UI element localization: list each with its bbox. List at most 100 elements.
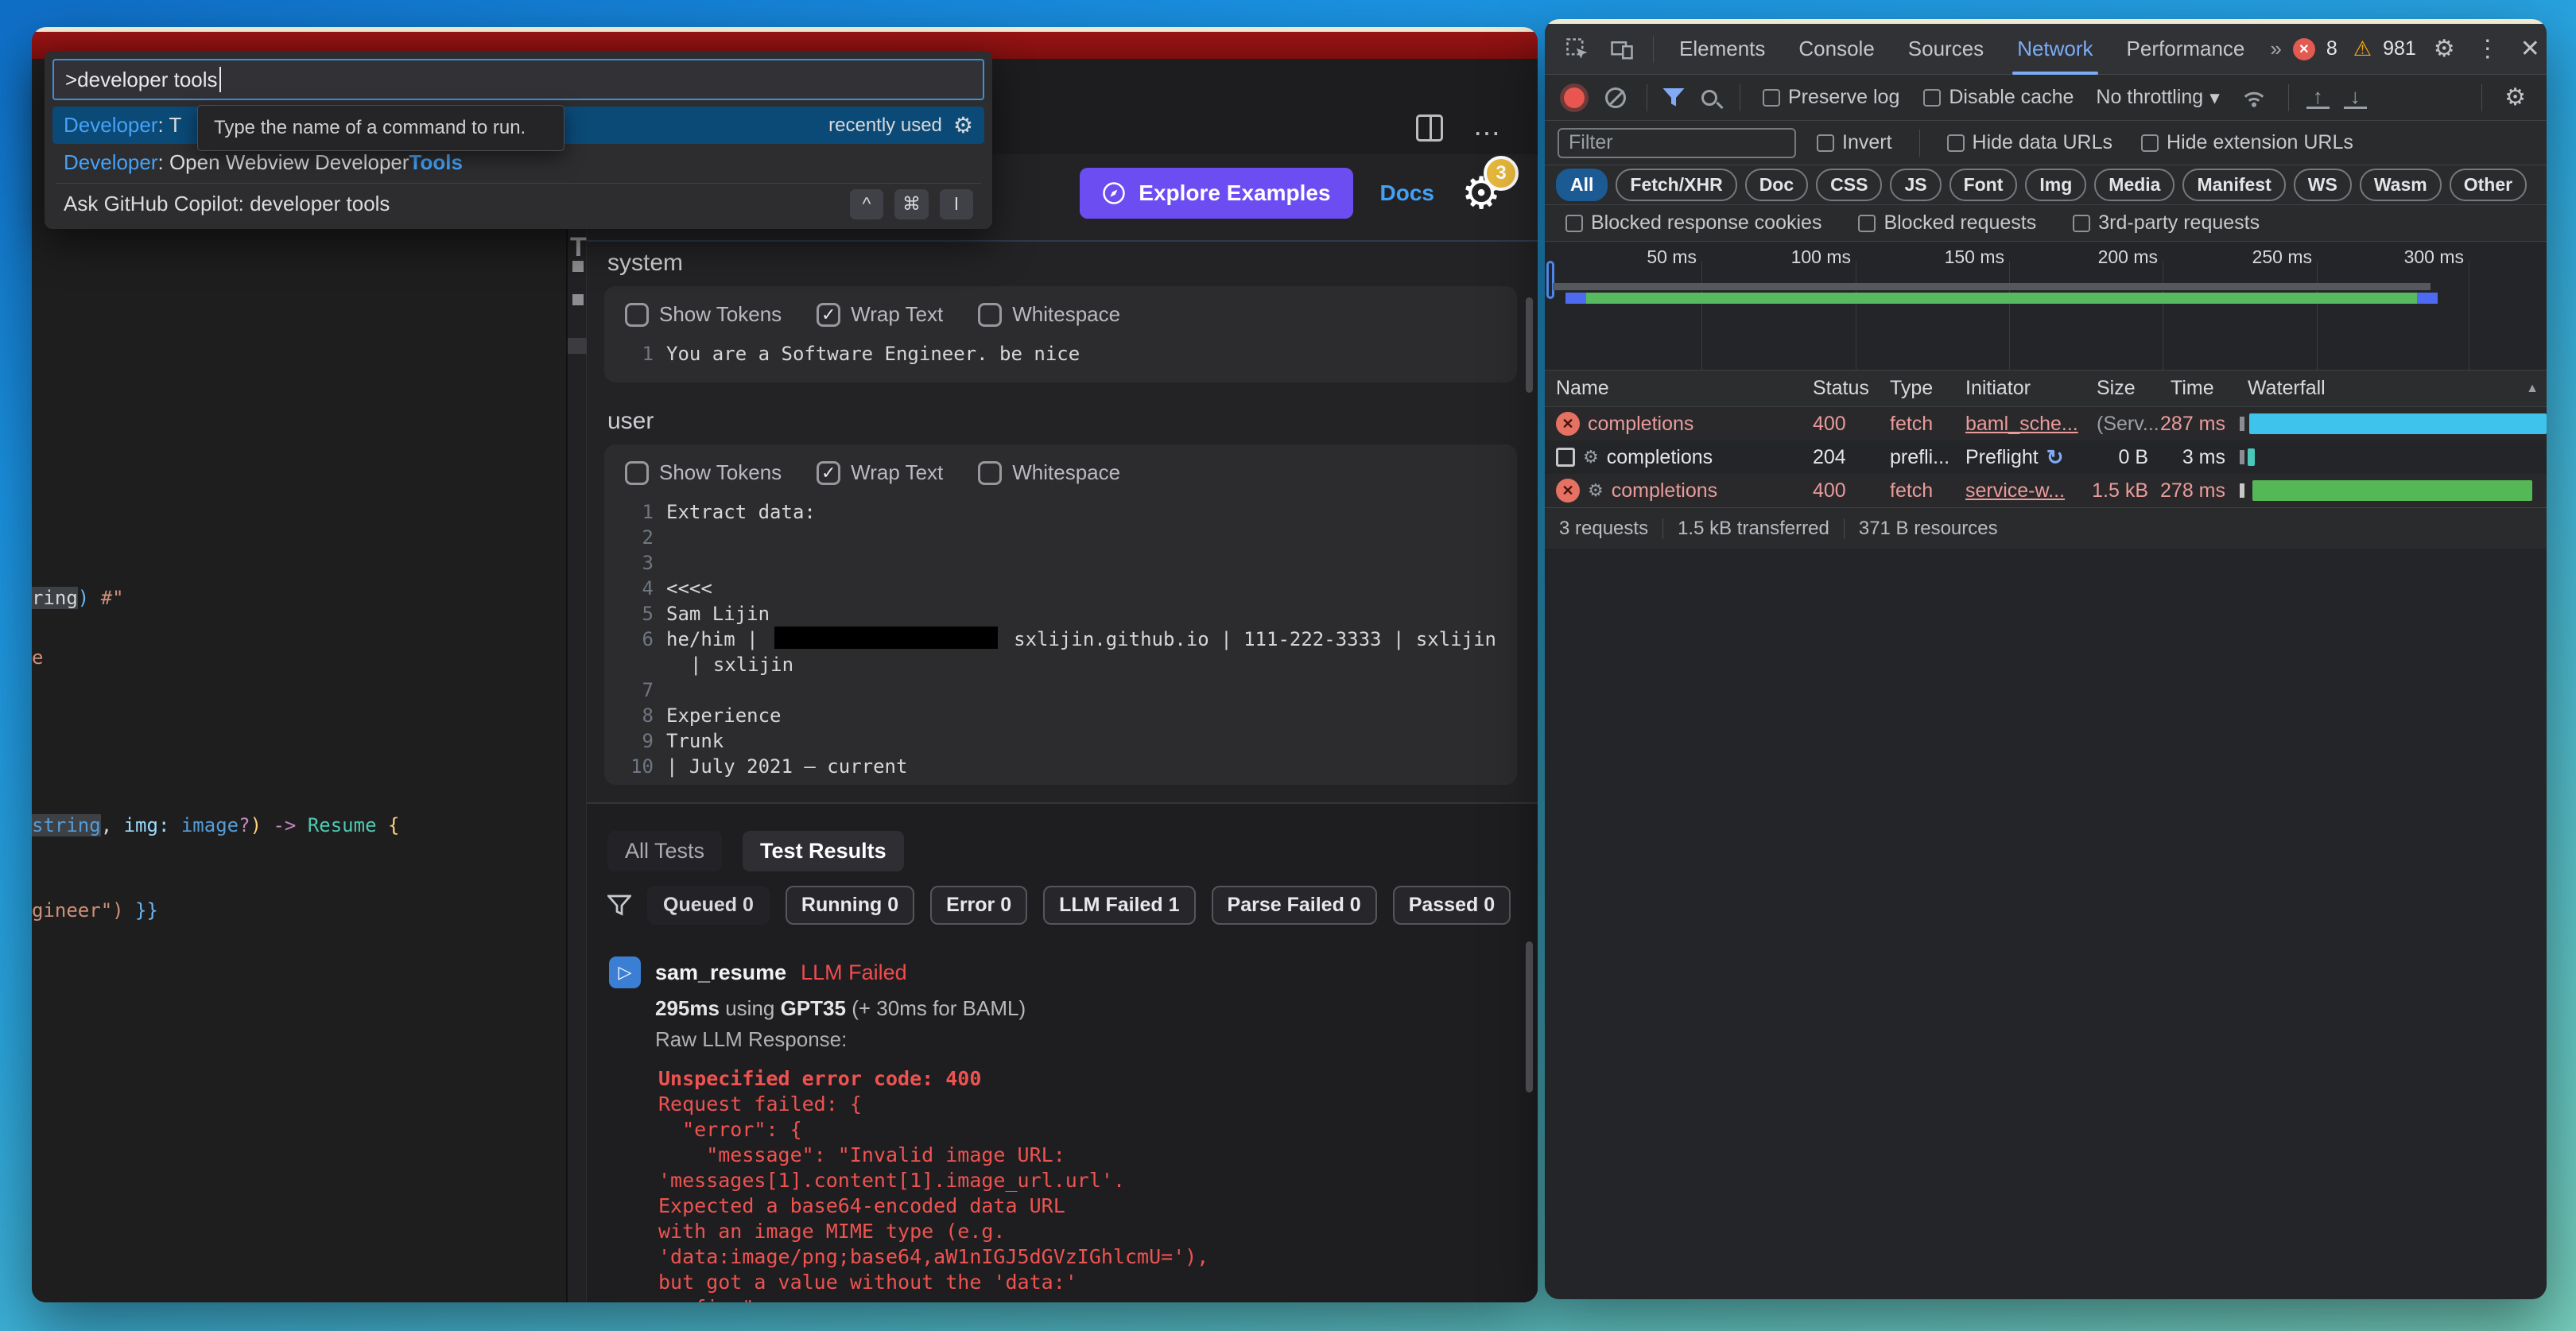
error-count-icon[interactable]: ✕	[2293, 38, 2315, 60]
column-size[interactable]: Size	[2085, 377, 2159, 400]
hide-extension-urls-checkbox[interactable]: Hide extension URLs	[2141, 131, 2353, 154]
more-tabs-icon[interactable]: »	[2264, 37, 2287, 61]
counter-error[interactable]: Error 0	[930, 886, 1027, 925]
request-name-cell[interactable]: ✕⚙completions	[1545, 479, 1802, 503]
column-name[interactable]: Name	[1545, 377, 1802, 400]
type-filter-img[interactable]: Img	[2025, 169, 2086, 201]
palette-item-ask-copilot[interactable]: Ask GitHub Copilot: developer tools ^ ⌘ …	[52, 185, 984, 223]
tab-console[interactable]: Console	[1784, 24, 1888, 75]
network-filter-input[interactable]	[1558, 128, 1796, 158]
disable-cache-checkbox[interactable]: Disable cache	[1923, 86, 2074, 109]
tab-network[interactable]: Network	[2003, 24, 2107, 75]
type-filter-fetch-xhr[interactable]: Fetch/XHR	[1616, 169, 1736, 201]
initiator-link[interactable]: service-w...	[1954, 479, 2085, 503]
wrap-text-checkbox[interactable]: ✓Wrap Text	[817, 302, 943, 327]
tab-performance[interactable]: Performance	[2112, 24, 2260, 75]
more-actions-icon[interactable]: ⋯	[1473, 126, 1503, 142]
inspect-element-icon[interactable]	[1558, 37, 1597, 61]
clear-network-log-icon[interactable]	[1605, 87, 1626, 108]
type-filter-js[interactable]: JS	[1890, 169, 1941, 201]
network-settings-gear-icon[interactable]: ⚙	[2496, 83, 2534, 111]
tab-elements[interactable]: Elements	[1665, 24, 1779, 75]
playground-settings-gear[interactable]: ⚙ 3	[1461, 167, 1514, 219]
record-network-log-icon[interactable]	[1564, 87, 1585, 108]
panel-divider-strip[interactable]: T	[566, 59, 587, 1302]
gridline	[2009, 261, 2010, 370]
table-row[interactable]: ✕completions 400 fetch baml_sche... (Ser…	[1545, 407, 2547, 440]
code-token: string	[32, 814, 101, 836]
overview-request-bar	[1565, 293, 2438, 304]
split-editor-icon[interactable]	[1416, 114, 1443, 142]
devtools-close-icon[interactable]: ✕	[2512, 35, 2547, 63]
explore-examples-button[interactable]: Explore Examples	[1080, 168, 1352, 219]
request-name-cell[interactable]: ⚙completions	[1545, 446, 1802, 469]
request-name-cell[interactable]: ✕completions	[1545, 412, 1802, 436]
type-filter-wasm[interactable]: Wasm	[2360, 169, 2442, 201]
counter-parse-failed[interactable]: Parse Failed 0	[1212, 886, 1377, 925]
error-count[interactable]: 8	[2326, 37, 2337, 60]
initiator-link[interactable]: baml_sche...	[1954, 413, 2085, 436]
section-divider	[587, 240, 1538, 242]
throttling-dropdown[interactable]: No throttling▾	[2096, 86, 2219, 110]
show-tokens-checkbox[interactable]: Show Tokens	[625, 460, 782, 485]
counter-running[interactable]: Running 0	[786, 886, 914, 925]
type-filter-font[interactable]: Font	[1949, 169, 2018, 201]
run-test-button[interactable]: ▷	[609, 957, 641, 988]
table-row[interactable]: ⚙completions 204 prefli... Preflight↻ 0 …	[1545, 440, 2547, 474]
wrap-text-checkbox[interactable]: ✓Wrap Text	[817, 460, 943, 485]
type-filter-ws[interactable]: WS	[2294, 169, 2352, 201]
results-filters: Queued 0 Running 0 Error 0 LLM Failed 1 …	[607, 886, 1538, 925]
device-toolbar-icon[interactable]	[1602, 37, 1642, 61]
type-filter-media[interactable]: Media	[2094, 169, 2174, 201]
type-filter-css[interactable]: CSS	[1816, 169, 1882, 201]
filter-toggle-icon[interactable]	[1662, 87, 1686, 109]
checkbox-label: Whitespace	[1012, 460, 1120, 485]
show-tokens-checkbox[interactable]: Show Tokens	[625, 302, 782, 327]
warning-icon[interactable]: ⚠	[2353, 37, 2372, 61]
whitespace-checkbox[interactable]: Whitespace	[978, 302, 1120, 327]
whitespace-checkbox[interactable]: Whitespace	[978, 460, 1120, 485]
counter-llm-failed[interactable]: LLM Failed 1	[1043, 886, 1195, 925]
tab-sources[interactable]: Sources	[1894, 24, 1998, 75]
third-party-requests-checkbox[interactable]: 3rd-party requests	[2073, 211, 2260, 235]
network-conditions-icon[interactable]	[2234, 87, 2274, 108]
column-status[interactable]: Status	[1802, 377, 1879, 400]
docs-link[interactable]: Docs	[1380, 180, 1434, 206]
type-filter-manifest[interactable]: Manifest	[2182, 169, 2285, 201]
devtools-settings-icon[interactable]: ⚙	[2426, 35, 2463, 63]
tab-test-results[interactable]: Test Results	[743, 831, 904, 871]
command-palette-input[interactable]: >developer tools	[52, 59, 984, 100]
export-har-icon[interactable]: ↓	[2344, 86, 2367, 109]
column-time[interactable]: Time	[2159, 377, 2237, 400]
table-row[interactable]: ✕⚙completions 400 fetch service-w... 1.5…	[1545, 474, 2547, 507]
notification-badge: 3	[1484, 156, 1519, 191]
type-filter-all[interactable]: All	[1556, 169, 1608, 201]
column-type[interactable]: Type	[1879, 377, 1954, 400]
blocked-requests-checkbox[interactable]: Blocked requests	[1858, 211, 2036, 235]
preserve-log-checkbox[interactable]: Preserve log	[1763, 86, 1899, 109]
filter-funnel-icon[interactable]	[607, 894, 631, 917]
initiator-cell[interactable]: Preflight↻	[1954, 445, 2085, 470]
counter-passed[interactable]: Passed 0	[1393, 886, 1511, 925]
warning-count[interactable]: 981	[2383, 37, 2416, 60]
column-initiator[interactable]: Initiator	[1954, 377, 2085, 400]
counter-queued[interactable]: Queued 0	[647, 886, 770, 925]
type-filter-other[interactable]: Other	[2450, 169, 2527, 201]
search-icon[interactable]	[1701, 90, 1717, 106]
code-editor[interactable]: ring) #" e string, img: image?) -> Resum…	[32, 59, 566, 1302]
invert-checkbox[interactable]: Invert	[1817, 131, 1892, 154]
network-overview-timeline[interactable]: 50 ms 100 ms 150 ms 200 ms 250 ms 300 ms	[1545, 242, 2547, 371]
scrollbar-thumb[interactable]	[1526, 297, 1533, 393]
scrollbar-thumb[interactable]	[1526, 941, 1533, 1092]
raw-response-label: Raw LLM Response:	[655, 1027, 1538, 1052]
import-har-icon[interactable]: ↑	[2306, 86, 2330, 109]
devtools-menu-icon[interactable]: ⋮	[2468, 35, 2508, 63]
gear-icon[interactable]: ⚙	[953, 112, 973, 138]
column-waterfall[interactable]: Waterfall▲	[2237, 377, 2547, 400]
tab-all-tests[interactable]: All Tests	[607, 831, 722, 871]
blocked-response-cookies-checkbox[interactable]: Blocked response cookies	[1565, 211, 1821, 235]
timeline-drag-handle[interactable]	[1546, 261, 1554, 299]
hide-data-urls-checkbox[interactable]: Hide data URLs	[1947, 131, 2112, 154]
type-filter-doc[interactable]: Doc	[1745, 169, 1808, 201]
table-header[interactable]: Name Status Type Initiator Size Time Wat…	[1545, 371, 2547, 407]
